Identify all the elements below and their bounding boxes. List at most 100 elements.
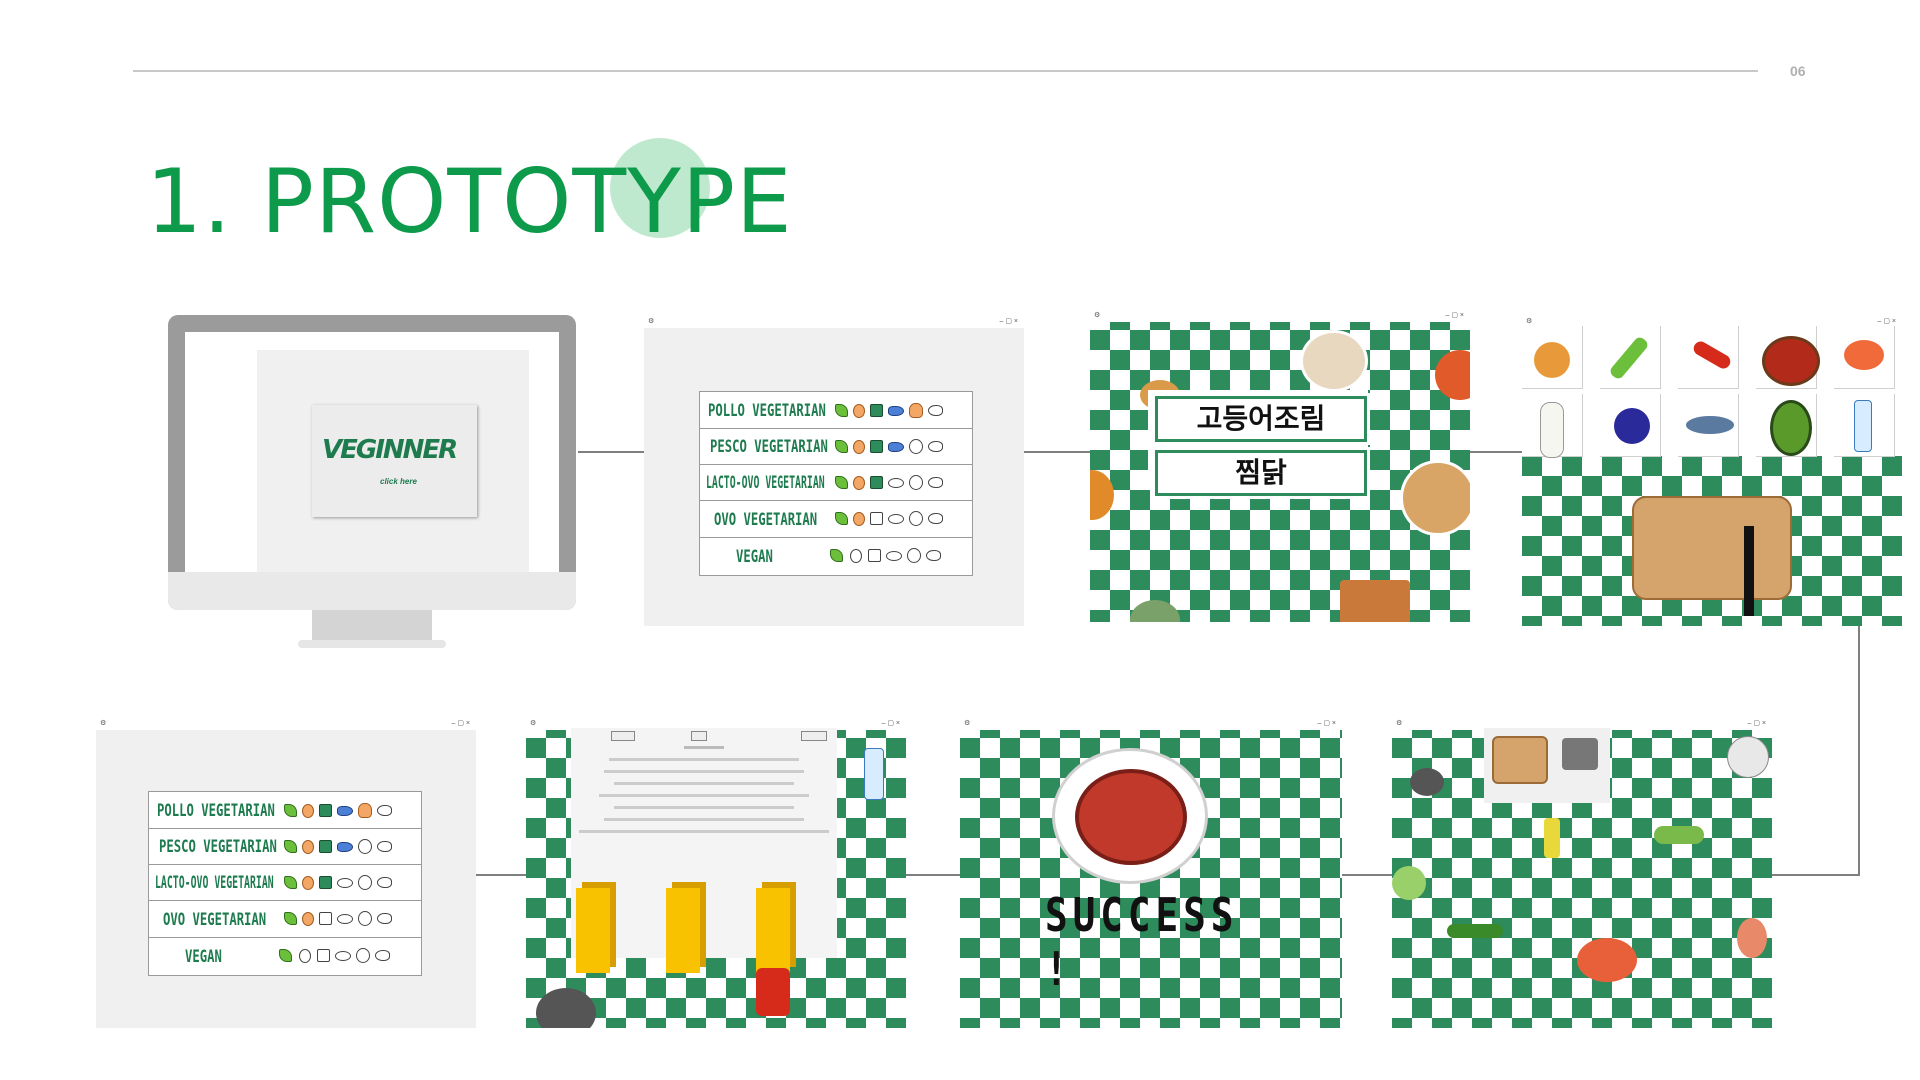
fish-off-icon [888,478,904,488]
option-button[interactable] [801,731,827,741]
diet-row-vegan[interactable]: VEGAN [700,537,972,575]
screen-success: ⚙ – ▢ × SUCCESS ! [960,718,1342,1028]
screen-cooking: ⚙ – ▢ × [1392,718,1772,1028]
blueberry-icon [1614,408,1650,444]
chicken-off-icon [358,911,372,926]
milk-off-icon [870,512,883,525]
monitor-stand [312,610,432,642]
shrimp-icon [1844,340,1884,370]
diet-row-pollo[interactable]: POLLO VEGETARIAN [700,392,972,429]
click-here-link[interactable]: click here [380,477,417,486]
diet-row-ovo[interactable]: OVO VEGETARIAN [700,500,972,538]
oil-bottle-icon [1544,818,1560,858]
text-line [609,758,799,761]
score-pillar [756,888,790,973]
knife-icon[interactable] [1744,526,1754,616]
screen-diet-select-bottom: ⚙ – ▢ × POLLO VEGETARIAN PESCO VEGETARIAN… [96,718,476,1028]
chicken-off-icon [358,839,372,854]
milk-off-icon [868,549,881,562]
dish-option-jjimdak[interactable]: 찜닭 [1155,450,1367,496]
pillar-area [571,858,837,958]
pot-icon [536,988,596,1028]
onion-icon [1534,342,1570,378]
diet-label: OVO VEGETARIAN [714,510,818,530]
success-message: SUCCESS ! [1045,888,1239,996]
chicken-off-icon [909,511,923,526]
ingredient-cell[interactable] [1678,394,1739,457]
splash-window: VEGINNER click here [257,350,529,572]
egg-icon [302,876,314,890]
diet-row-pesco[interactable]: PESCO VEGETARIAN [149,828,421,865]
ingredient-cell[interactable] [1756,326,1820,389]
radish-icon [1540,402,1564,458]
connector-line [1770,874,1860,876]
diet-row-ovo[interactable]: OVO VEGETARIAN [149,900,421,938]
text-line [614,806,794,809]
text-line [604,818,804,821]
diet-row-vegan[interactable]: VEGAN [149,937,421,975]
milk-icon [319,804,332,817]
fish-icon [337,842,353,852]
ingredient-cell[interactable] [1678,326,1739,389]
ingredient-cell[interactable] [1522,394,1583,458]
leaf-icon [835,440,848,453]
mackerel-icon [1686,416,1734,434]
cutting-board-icon[interactable] [1492,736,1548,784]
fish-off-icon [335,951,351,961]
ingredient-cell[interactable] [1600,394,1661,457]
ingredient-cell[interactable] [1600,326,1661,389]
connector-line [475,874,530,876]
connector-line [904,874,960,876]
fish-off-icon [888,514,904,524]
text-line [614,782,794,785]
food-image [1300,330,1368,392]
diet-table: POLLO VEGETARIAN PESCO VEGETARIAN LACTO-… [699,391,973,576]
meat-icon [377,913,392,924]
page-number: 06 [1790,63,1806,79]
egg-icon [302,804,314,818]
sauce-jar-icon [756,968,790,1016]
leaf-icon [284,876,297,889]
screen-dish-select: ⚙ – ▢ × 고등어조림 찜닭 [1090,310,1470,622]
dish-option-mackerel[interactable]: 고등어조림 [1155,396,1367,442]
screen-info: ⚙ – ▢ × [526,718,906,1028]
score-pillar [576,888,610,973]
food-image [1435,350,1470,400]
pot-icon[interactable] [1562,738,1598,770]
milk-icon [319,876,332,889]
chicken-icon [909,403,923,418]
window-titlebar: ⚙ – ▢ × [1090,310,1470,322]
ingredient-cell[interactable] [1834,394,1895,457]
avocado-slice-icon [1654,826,1704,844]
fish-off-icon [337,914,353,924]
diet-row-lacto-ovo[interactable]: LACTO-OVO VEGETARIAN [149,864,421,901]
diet-row-pollo[interactable]: POLLO VEGETARIAN [149,792,421,829]
leaf-icon [835,404,848,417]
dish-menu-panel: 고등어조림 찜닭 [1148,390,1368,496]
splash-card[interactable]: VEGINNER click here [312,405,477,517]
connector-line [578,451,644,453]
milk-off-icon [317,949,330,962]
leaf-icon [284,912,297,925]
food-image [1400,460,1470,536]
window-titlebar: ⚙ – ▢ × [644,316,1024,328]
option-button[interactable] [691,731,707,741]
ingredient-cell[interactable] [1756,394,1817,457]
ingredient-cell[interactable] [1522,326,1583,389]
fish-off-icon [886,551,902,561]
sauce-bowl-icon [1762,336,1820,386]
ingredient-cell[interactable] [1834,326,1895,389]
diet-table: POLLO VEGETARIAN PESCO VEGETARIAN LACTO-… [148,791,422,976]
connector-line [1468,451,1528,453]
option-button[interactable] [611,731,635,741]
diet-row-lacto-ovo[interactable]: LACTO-OVO VEGETARIAN [700,464,972,501]
chicken-off-icon [909,439,923,454]
egg-icon [302,840,314,854]
chili-icon [1691,338,1733,372]
leaf-icon [830,549,843,562]
leaf-icon [284,840,297,853]
meat-icon [375,950,390,961]
meat-icon [928,405,943,416]
diet-row-pesco[interactable]: PESCO VEGETARIAN [700,428,972,465]
meat-icon [928,477,943,488]
